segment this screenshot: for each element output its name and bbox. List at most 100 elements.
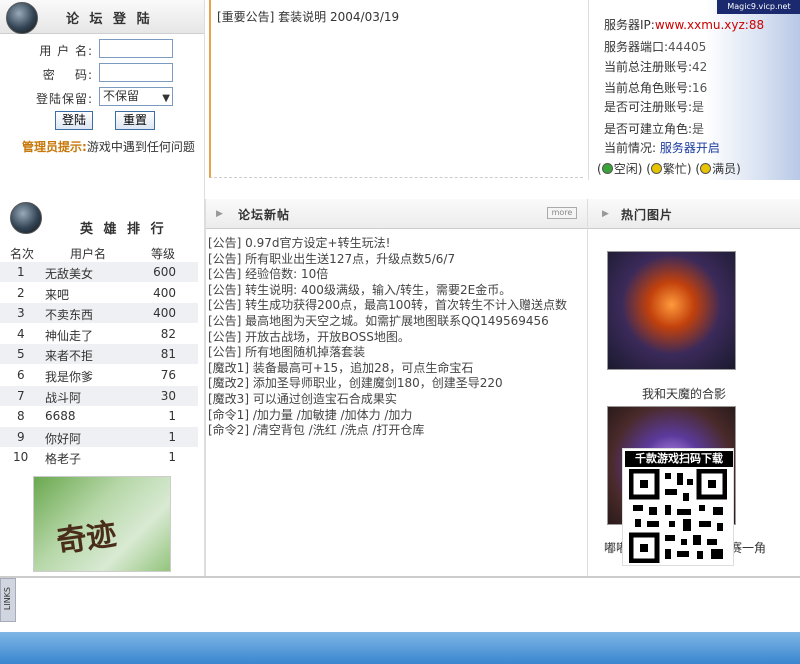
news-item[interactable]: [公告] 转生成功获得200点，最高100转，首次转生不计入赠送点数 [208, 296, 567, 313]
total-chars-value: 16 [692, 81, 708, 95]
login-title: 论 坛 登 陆 [66, 12, 153, 27]
legend-full: 满员 [712, 162, 737, 176]
news-item[interactable]: [魔改3] 可以通过创造宝石合成果实 [208, 390, 397, 407]
server-ip-label: 服务器IP: [604, 18, 655, 32]
news-title: 论坛新帖 [238, 208, 291, 222]
login-buttons-row: 登陆 重置 [0, 111, 205, 133]
news-item[interactable]: [公告] 开放古战场，开放BOSS地图。 [208, 328, 410, 345]
server-status-value: 服务器开启 [659, 141, 720, 155]
ranking-rank: 10 [13, 450, 29, 465]
ranking-level: 600 [153, 265, 176, 279]
hot-header: ▶ 热门图片 [588, 199, 800, 229]
ranking-row: 5 来者不拒 81 [0, 344, 198, 365]
server-port-value: 44405 [668, 40, 707, 54]
qr-code-icon [629, 469, 727, 563]
hot-caption-2-right[interactable]: 赛一角 [730, 539, 766, 556]
server-ip-value: www.xxmu.xyz:88 [654, 18, 765, 32]
ranking-level: 1 [168, 429, 176, 444]
qr-code-overlay: 千款游戏扫码下载 [622, 448, 734, 566]
news-more-button[interactable]: more [547, 207, 577, 219]
ranking-name[interactable]: 来吧 [45, 286, 69, 303]
ranking-name[interactable]: 无敌美女 [45, 265, 93, 282]
ranking-name[interactable]: 来者不拒 [45, 347, 93, 364]
col-name: 用户名 [70, 247, 107, 261]
ranking-rank: 1 [17, 265, 25, 279]
announcement-link[interactable]: [重要公告] 套装说明 2004/03/19 [217, 8, 399, 25]
username-label: 用 户 名: [39, 44, 93, 58]
remember-select[interactable]: 不保留 ▼ [99, 87, 173, 106]
news-item[interactable]: [公告] 0.97d官方设定+转生玩法! [208, 234, 390, 251]
bottom-bar [0, 632, 800, 664]
username-row: 用 户 名: [0, 38, 205, 60]
hot-image-1[interactable] [607, 251, 736, 370]
ranking-level: 1 [168, 409, 176, 424]
news-item[interactable]: [公告] 所有职业出生送127点，升级点数5/6/7 [208, 250, 455, 267]
password-row: 密 码: [0, 62, 205, 84]
ranking-level: 81 [160, 347, 176, 362]
ranking-level: 1 [168, 450, 176, 465]
ranking-rank: 4 [17, 326, 25, 341]
total-chars-label: 当前总角色账号: [604, 81, 693, 95]
qr-title: 千款游戏扫码下载 [625, 451, 733, 467]
game-logo-image[interactable]: 奇迹 [33, 476, 171, 572]
ranking-row: 4 神仙走了 82 [0, 324, 198, 344]
ranking-row: 3 不卖东西 400 [0, 303, 198, 324]
can-register-value: 是 [692, 100, 705, 114]
avatar [6, 2, 38, 34]
ranking-name[interactable]: 我是你爹 [45, 368, 93, 385]
idle-dot-icon [601, 163, 613, 174]
arrow-right-icon: ▶ [216, 209, 223, 219]
busy-dot-icon [650, 163, 662, 174]
admin-notice: 管理员提示:游戏中遇到任何问题 [0, 138, 205, 154]
news-item[interactable]: [命令1] /加力量 /加敏捷 /加体力 /加力 [208, 406, 412, 423]
remember-row: 登陆保留: 不保留 ▼ [0, 86, 205, 108]
arrow-right-icon: ▶ [602, 209, 609, 219]
remember-value: 不保留 [103, 89, 140, 103]
news-item[interactable]: [公告] 经验倍数: 10倍 [208, 265, 328, 282]
news-item[interactable]: [公告] 转生说明: 400级满级，输入/转生，需要2E金币。 [208, 281, 511, 298]
ranking-name[interactable]: 6688 [45, 409, 76, 423]
server-status-label: 当前情况: [604, 141, 657, 155]
login-header: 论 坛 登 陆 [0, 0, 204, 34]
can-register-row: 是否可注册账号:是 [604, 98, 704, 115]
ranking-row: 6 我是你爹 76 [0, 365, 198, 385]
password-input[interactable] [99, 63, 173, 82]
ranking-name[interactable]: 你好阿 [45, 430, 81, 447]
news-item[interactable]: [魔改2] 添加圣导师职业，创建魔剑180，创建圣导220 [208, 374, 503, 391]
total-accounts-label: 当前总注册账号: [604, 60, 693, 74]
ranking-name[interactable]: 战斗阿 [45, 389, 81, 406]
ranking-rank: 2 [17, 285, 25, 300]
ranking-row: 2 来吧 400 [0, 283, 198, 303]
reset-button[interactable]: 重置 [115, 111, 155, 130]
can-register-label: 是否可注册账号: [604, 100, 693, 114]
can-create-value: 是 [692, 122, 705, 136]
total-chars-row: 当前总角色账号:16 [604, 79, 707, 96]
ranking-name[interactable]: 格老子 [45, 450, 81, 467]
login-button[interactable]: 登陆 [55, 111, 93, 130]
news-item[interactable]: [公告] 所有地图随机掉落套装 [208, 343, 365, 360]
ranking-rank: 5 [17, 347, 25, 362]
remember-label: 登陆保留: [35, 92, 93, 106]
news-item[interactable]: [魔改1] 装备最高可+15，追加28，可点生命宝石 [208, 359, 473, 376]
col-rank: 名次 [10, 247, 35, 261]
links-tab[interactable]: LINKS [0, 578, 16, 622]
username-input[interactable] [99, 39, 173, 58]
news-item[interactable]: [公告] 最高地图为天空之城。如需扩展地图联系QQ149569456 [208, 312, 549, 329]
hot-caption-1[interactable]: 我和天魔的合影 [642, 385, 726, 402]
server-status-row: 当前情况: 服务器开启 [604, 139, 720, 156]
left-column: 论 坛 登 陆 用 户 名: 密 码: 登陆保留: 不保留 ▼ 登陆 重置 管理员… [0, 0, 205, 576]
ranking-name[interactable]: 不卖东西 [45, 306, 93, 323]
ranking-rank: 3 [17, 306, 25, 321]
legend-idle: 空闲 [613, 162, 638, 176]
news-header: ▶ 论坛新帖 more [206, 199, 587, 229]
ranking-avatar [10, 202, 42, 234]
notice-label: 管理员提示: [22, 140, 87, 154]
password-label: 密 码: [42, 68, 93, 82]
ranking-level: 76 [160, 368, 176, 382]
full-dot-icon [700, 163, 712, 174]
ranking-name[interactable]: 神仙走了 [45, 327, 93, 344]
ranking-rank: 8 [17, 409, 25, 424]
total-accounts-row: 当前总注册账号:42 [604, 58, 707, 75]
news-item[interactable]: [命令2] /清空背包 /洗红 /洗点 /打开仓库 [208, 421, 424, 438]
ranking-level: 30 [160, 388, 176, 403]
